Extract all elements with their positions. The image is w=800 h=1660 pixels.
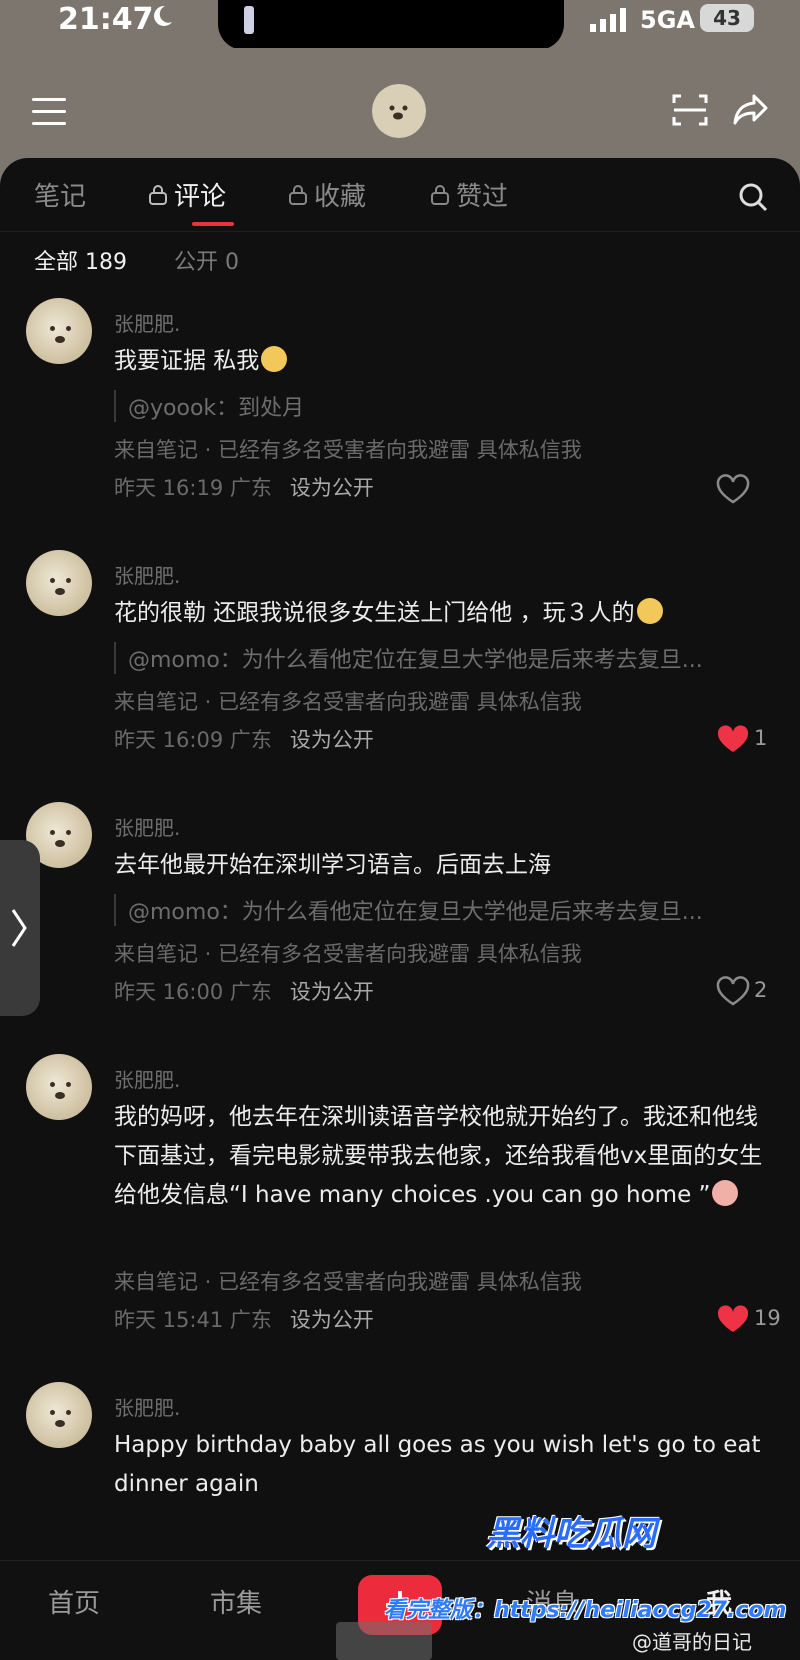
comment-author[interactable]: 张肥肥. xyxy=(114,560,180,589)
clock: 21:47 xyxy=(58,2,154,37)
tab-notes[interactable]: 笔记 xyxy=(34,176,86,213)
heart-icon[interactable] xyxy=(716,1304,750,1334)
like-count: 2 xyxy=(754,978,768,1002)
battery-icon: 43 xyxy=(700,4,754,32)
comment-time: 昨天 16:09 广东 xyxy=(114,728,272,752)
comment-author[interactable]: 张肥肥. xyxy=(114,812,180,841)
comment-time: 昨天 16:00 广东 xyxy=(114,980,272,1004)
nav-market[interactable]: 市集 xyxy=(210,1583,262,1620)
filter-all[interactable]: 全部 189 xyxy=(34,244,127,276)
content-panel: 笔记 评论 收藏 赞过 全部 189 公开 0 张肥肥. 我要证据 私我 @yo… xyxy=(0,158,800,1660)
avatar[interactable] xyxy=(372,84,426,138)
dynamic-island xyxy=(218,0,564,50)
emoji-icon xyxy=(261,346,288,372)
comment-meta: 昨天 16:09 广东 设为公开 xyxy=(114,724,374,754)
chevron-right-icon xyxy=(11,909,27,947)
profile-header xyxy=(0,48,800,158)
comment-time: 昨天 15:41 广东 xyxy=(114,1308,272,1332)
moon-icon xyxy=(154,5,172,26)
comment-source[interactable]: 来自笔记 · 已经有多名受害者向我避雷 具体私信我 xyxy=(114,686,582,716)
heart-icon[interactable] xyxy=(716,976,750,1006)
filter-public[interactable]: 公开 0 xyxy=(174,244,239,276)
heart-icon[interactable] xyxy=(716,474,750,504)
quoted-reply[interactable]: @momo：为什么看他定位在复旦大学他是后来考去复旦... xyxy=(114,642,774,674)
avatar[interactable] xyxy=(26,1054,92,1120)
drawer-handle[interactable] xyxy=(0,840,40,1016)
blurred-overlay xyxy=(336,1622,432,1660)
comment-meta: 昨天 16:19 广东 设为公开 xyxy=(114,472,374,502)
comment-text: 我的妈呀，他去年在深圳读语音学校他就开始约了。我还和他线下面基过，看完电影就要带… xyxy=(114,1104,763,1208)
share-icon[interactable] xyxy=(732,90,770,128)
comment-source[interactable]: 来自笔记 · 已经有多名受害者向我避雷 具体私信我 xyxy=(114,938,582,968)
comment-author[interactable]: 张肥肥. xyxy=(114,308,180,337)
avatar[interactable] xyxy=(26,298,92,364)
like-count: 19 xyxy=(754,1306,781,1330)
nav-home[interactable]: 首页 xyxy=(48,1583,100,1620)
comment-time: 昨天 16:19 广东 xyxy=(114,476,272,500)
tab-likes[interactable]: 赞过 xyxy=(430,176,508,213)
set-public-button[interactable]: 设为公开 xyxy=(290,728,374,752)
crying-emoji-icon xyxy=(712,1180,739,1206)
flashlight-icon xyxy=(244,6,254,34)
avatar[interactable] xyxy=(26,550,92,616)
watermark-brand: 黑料吃瓜网 xyxy=(486,1514,656,1554)
comment-text: 去年他最开始在深圳学习语言。后面去上海 xyxy=(114,852,551,878)
comment-text: 我要证据 私我 xyxy=(114,342,764,381)
scan-icon[interactable] xyxy=(672,92,708,128)
quoted-reply[interactable]: @momo：为什么看他定位在复旦大学他是后来考去复旦... xyxy=(114,894,774,926)
active-tab-indicator xyxy=(192,222,234,226)
set-public-button[interactable]: 设为公开 xyxy=(290,1308,374,1332)
comment-meta: 昨天 15:41 广东 设为公开 xyxy=(114,1304,374,1334)
quoted-reply[interactable]: @yoook：到处月 xyxy=(114,390,774,422)
set-public-button[interactable]: 设为公开 xyxy=(290,980,374,1004)
comment-author[interactable]: 张肥肥. xyxy=(114,1064,180,1093)
comment-meta: 昨天 16:00 广东 设为公开 xyxy=(114,976,374,1006)
search-icon[interactable] xyxy=(738,182,768,212)
set-public-button[interactable]: 设为公开 xyxy=(290,476,374,500)
menu-icon[interactable] xyxy=(32,98,66,126)
tab-comments[interactable]: 评论 xyxy=(148,176,226,213)
comment-text: Happy birthday baby all goes as you wish… xyxy=(114,1432,761,1497)
watermark-url: 看完整版：https://heiliaocg27.com xyxy=(384,1598,787,1623)
comment-author[interactable]: 张肥肥. xyxy=(114,1392,180,1421)
lock-icon xyxy=(431,184,449,205)
avatar[interactable] xyxy=(26,1382,92,1448)
signal-icon xyxy=(590,8,626,32)
network-type: 5GA xyxy=(640,6,695,34)
comment-source[interactable]: 来自笔记 · 已经有多名受害者向我避雷 具体私信我 xyxy=(114,434,582,464)
comment-source[interactable]: 来自笔记 · 已经有多名受害者向我避雷 具体私信我 xyxy=(114,1266,582,1296)
tab-bar: 笔记 评论 收藏 赞过 xyxy=(0,158,800,232)
comment-text: 花的很勒 还跟我说很多女生送上门给他 ，玩３人的 xyxy=(114,594,764,633)
emoji-icon xyxy=(636,598,663,624)
status-bar: 21:47 5GA 43 xyxy=(0,0,800,50)
heart-icon[interactable] xyxy=(716,724,750,754)
watermark-credit: @道哥的日记 xyxy=(632,1630,752,1654)
like-count: 1 xyxy=(754,726,768,750)
lock-icon xyxy=(289,184,307,205)
tab-collections[interactable]: 收藏 xyxy=(288,176,366,213)
lock-icon xyxy=(149,184,167,205)
